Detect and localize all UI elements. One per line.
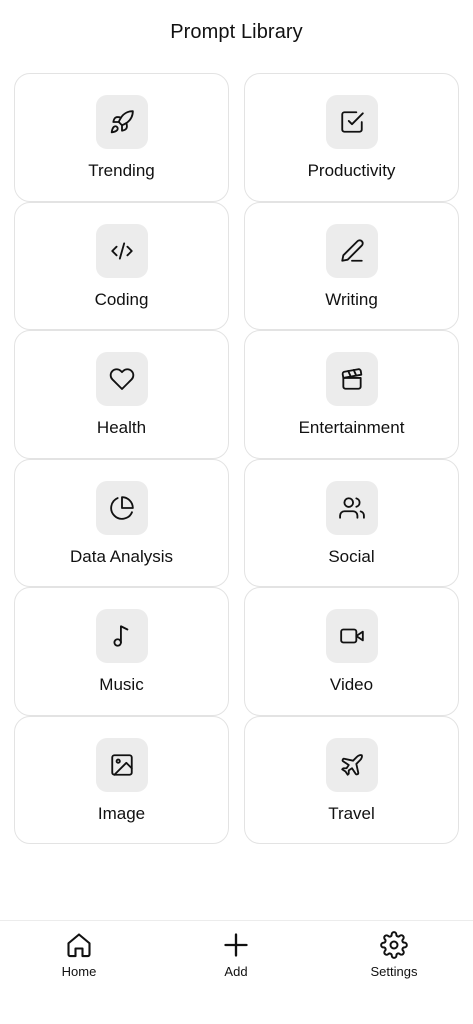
category-card-music[interactable]: Music xyxy=(14,587,229,716)
category-card-writing[interactable]: Writing xyxy=(244,201,459,330)
category-card-entertainment[interactable]: Entertainment xyxy=(244,330,459,459)
category-icon-box xyxy=(325,737,378,792)
category-icon-box xyxy=(325,223,378,278)
tab-home[interactable]: Home xyxy=(34,931,124,979)
category-label: Productivity xyxy=(307,161,396,180)
category-label: Data Analysis xyxy=(70,546,173,566)
tab-add[interactable]: Add xyxy=(191,931,281,979)
category-card-productivity[interactable]: Productivity xyxy=(244,73,459,202)
category-label: Social xyxy=(328,546,375,566)
category-icon-box xyxy=(95,223,148,278)
category-label: Music xyxy=(99,675,144,694)
category-label: Video xyxy=(329,675,374,694)
category-label: Travel xyxy=(328,803,375,823)
tab-home-label: Home xyxy=(61,964,97,979)
users-icon xyxy=(338,496,365,519)
category-icon-box xyxy=(95,352,148,406)
category-label: Image xyxy=(97,803,146,823)
video-camera-icon xyxy=(339,628,364,644)
heart-icon xyxy=(109,368,134,390)
music-note-icon xyxy=(112,625,128,647)
category-card-data-analysis[interactable]: Data Analysis xyxy=(14,458,229,587)
category-icon-box xyxy=(325,352,378,406)
clapperboard-icon xyxy=(341,368,362,390)
category-label: Health xyxy=(96,418,147,437)
plus-icon xyxy=(224,933,248,957)
category-label: Coding xyxy=(94,289,149,309)
gear-icon xyxy=(380,931,408,959)
plane-icon xyxy=(340,753,363,776)
category-icon-box xyxy=(95,737,148,792)
category-card-video[interactable]: Video xyxy=(244,587,459,716)
rocket-icon xyxy=(110,110,134,134)
category-label: Writing xyxy=(325,289,378,309)
category-card-social[interactable]: Social xyxy=(244,458,459,587)
category-icon-box xyxy=(95,480,148,535)
category-label: Trending xyxy=(88,161,155,180)
pen-icon xyxy=(340,238,364,262)
code-icon xyxy=(110,241,133,260)
category-label: Entertainment xyxy=(298,418,405,437)
home-icon xyxy=(67,933,91,958)
category-icon-box xyxy=(95,95,148,149)
image-icon xyxy=(110,753,133,776)
header: Prompt Library xyxy=(0,0,473,64)
category-icon-box xyxy=(325,480,378,535)
page-title: Prompt Library xyxy=(170,20,303,43)
tab-settings[interactable]: Settings xyxy=(349,931,439,979)
pie-chart-icon xyxy=(109,495,134,520)
tab-settings-label: Settings xyxy=(370,964,418,979)
category-card-health[interactable]: Health xyxy=(14,330,229,459)
category-icon-box xyxy=(95,609,148,663)
bottom-tab-bar: Home Add Settings xyxy=(0,920,473,1024)
category-card-travel[interactable]: Travel xyxy=(244,715,459,844)
category-card-trending[interactable]: Trending xyxy=(14,73,229,202)
checkbox-icon xyxy=(340,111,364,133)
category-icon-box xyxy=(325,95,378,149)
category-icon-box xyxy=(325,609,378,663)
tab-add-label: Add xyxy=(224,964,248,979)
category-card-image[interactable]: Image xyxy=(14,715,229,844)
category-grid: Trending Productivity Coding Writing Hea… xyxy=(14,73,459,844)
category-card-coding[interactable]: Coding xyxy=(14,201,229,330)
